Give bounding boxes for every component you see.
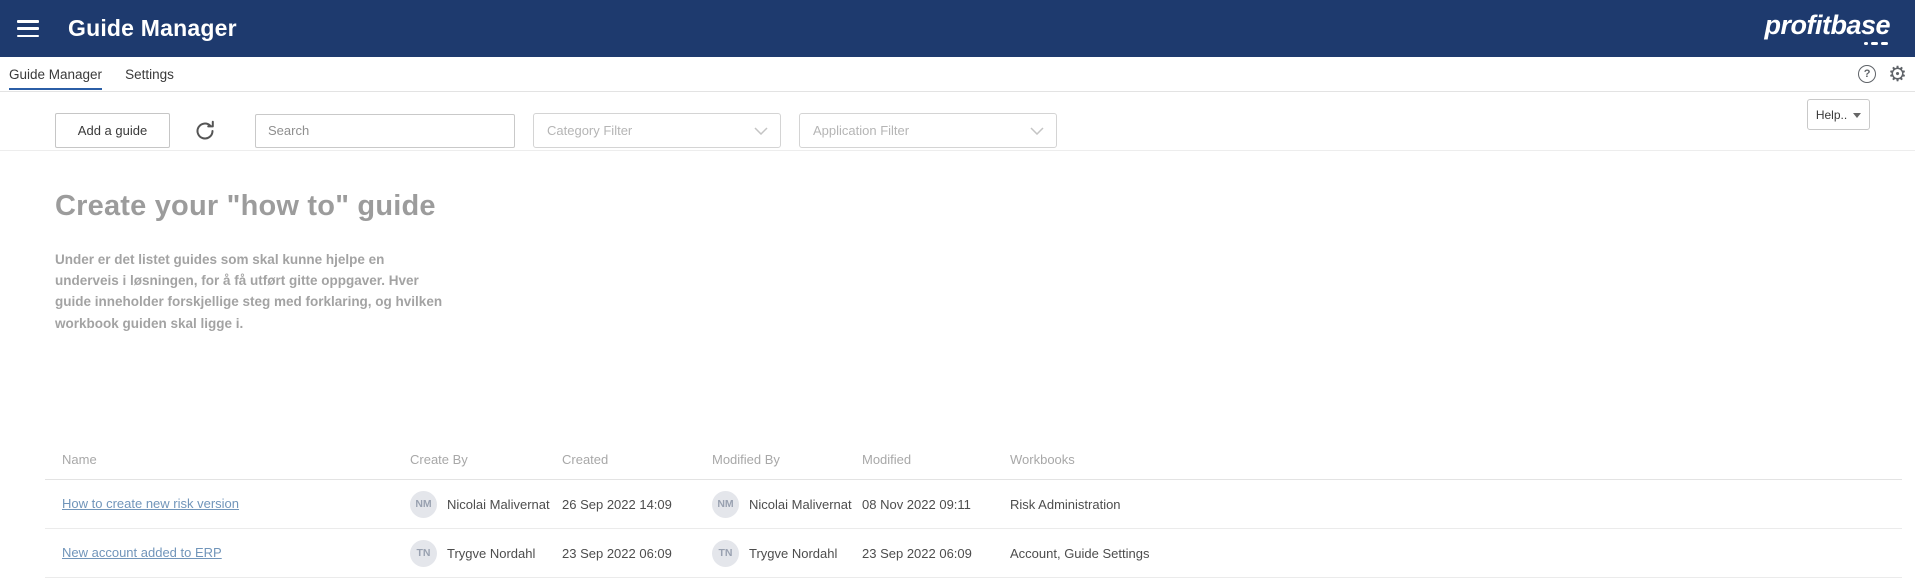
- avatar: NM: [410, 490, 437, 518]
- avatar: TN: [410, 539, 437, 567]
- modified-date: 23 Sep 2022 06:09: [862, 545, 972, 561]
- guide-link[interactable]: New account added to ERP: [62, 545, 222, 560]
- column-header-created: Created: [562, 452, 609, 467]
- tab-settings[interactable]: Settings: [125, 58, 174, 90]
- caret-down-icon: [1853, 112, 1862, 118]
- create-by-cell: TN Trygve Nordahl: [410, 539, 562, 567]
- nav-tabs: Guide Manager Settings: [9, 57, 174, 91]
- application-filter-placeholder: Application Filter: [813, 123, 910, 138]
- modified-date: 08 Nov 2022 09:11: [862, 496, 971, 512]
- modified-by-name: Trygve Nordahl: [749, 545, 838, 561]
- search-input[interactable]: [255, 113, 515, 148]
- column-header-create-by: Create By: [410, 452, 468, 467]
- chevron-down-icon: [754, 126, 768, 135]
- add-guide-button[interactable]: Add a guide: [55, 113, 170, 148]
- help-dropdown-button[interactable]: Help..: [1807, 99, 1870, 130]
- modified-by-cell: NM Nicolai Malivernat: [712, 490, 862, 518]
- content-heading: Create your "how to" guide: [55, 190, 436, 222]
- column-header-modified: Modified: [862, 452, 912, 467]
- avatar: NM: [712, 490, 739, 518]
- content-description: Under er det listet guides som skal kunn…: [55, 252, 443, 331]
- modified-by-name: Nicolai Malivernat: [749, 496, 852, 512]
- toolbar: Add a guide Category Filter Application …: [55, 113, 1057, 148]
- create-by-cell: NM Nicolai Malivernat: [410, 490, 562, 518]
- logo-text: profitbase: [1764, 9, 1890, 40]
- help-circle-icon[interactable]: ?: [1858, 65, 1877, 83]
- tab-guide-manager[interactable]: Guide Manager: [9, 58, 103, 90]
- table-row: How to create new risk version NM Nicola…: [45, 480, 1902, 529]
- application-filter-select[interactable]: Application Filter: [799, 113, 1057, 148]
- category-filter-placeholder: Category Filter: [547, 123, 633, 138]
- workbooks-cell: Account, Guide Settings: [1010, 545, 1150, 561]
- created-date: 23 Sep 2022 06:09: [562, 545, 672, 561]
- top-header: Guide Manager profitbase: [0, 0, 1915, 57]
- chevron-down-icon: [1030, 126, 1044, 135]
- column-header-workbooks: Workbooks: [1010, 452, 1075, 467]
- logo-dots-icon: [1864, 41, 1888, 46]
- created-date: 26 Sep 2022 14:09: [562, 496, 672, 512]
- refresh-icon[interactable]: [192, 118, 218, 144]
- hamburger-menu-icon[interactable]: [17, 20, 39, 37]
- toolbar-divider: [0, 150, 1915, 151]
- guides-table: Name Create By Created Modified By Modif…: [45, 440, 1902, 578]
- column-header-modified-by: Modified By: [712, 452, 780, 467]
- help-button-label: Help..: [1815, 107, 1848, 122]
- avatar: TN: [712, 539, 739, 567]
- secondary-nav: Guide Manager Settings ? ⚙: [0, 57, 1915, 92]
- category-filter-select[interactable]: Category Filter: [533, 113, 781, 148]
- nav-icons: ? ⚙: [1858, 64, 1907, 85]
- guide-link[interactable]: How to create new risk version: [62, 496, 239, 511]
- create-by-name: Nicolai Malivernat: [447, 496, 550, 512]
- app-root: Guide Manager profitbase Guide Manager S…: [0, 0, 1915, 585]
- create-by-name: Trygve Nordahl: [447, 545, 536, 561]
- table-row: New account added to ERP TN Trygve Norda…: [45, 529, 1902, 578]
- page-title: Guide Manager: [68, 15, 237, 41]
- workbooks-cell: Risk Administration: [1010, 496, 1121, 512]
- gear-icon[interactable]: ⚙: [1888, 64, 1907, 85]
- table-header-row: Name Create By Created Modified By Modif…: [45, 440, 1902, 480]
- column-header-name: Name: [62, 452, 97, 467]
- modified-by-cell: TN Trygve Nordahl: [712, 539, 862, 567]
- profitbase-logo: profitbase: [1764, 9, 1890, 46]
